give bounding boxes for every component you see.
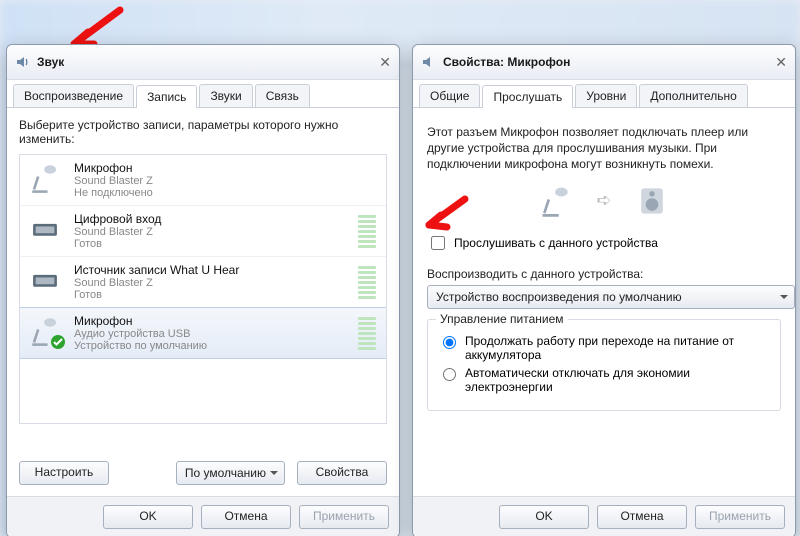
apply-button[interactable]: Применить — [695, 505, 785, 529]
device-name: Цифровой вход — [74, 212, 378, 226]
set-default-dropdown[interactable]: По умолчанию — [176, 461, 285, 485]
device-name: Источник записи What U Hear — [74, 263, 378, 277]
line-in-icon — [28, 212, 68, 248]
device-status: Готов — [74, 238, 378, 250]
properties-tabs: Общие Прослушать Уровни Дополнительно — [413, 80, 795, 108]
device-driver: Sound Blaster Z — [74, 175, 378, 187]
level-meter — [358, 265, 376, 299]
cancel-button[interactable]: Отмена — [201, 505, 291, 529]
line-in-icon — [28, 263, 68, 299]
apply-button[interactable]: Применить — [299, 505, 389, 529]
power-radio-continue[interactable] — [443, 336, 456, 349]
device-driver: Sound Blaster Z — [74, 277, 378, 289]
device-item[interactable]: Цифровой вход Sound Blaster Z Готов — [20, 206, 386, 257]
sound-dialog-titlebar[interactable]: Звук ✕ — [7, 45, 399, 80]
cancel-button[interactable]: Отмена — [597, 505, 687, 529]
properties-footer: OK Отмена Применить — [413, 496, 795, 536]
device-name: Микрофон — [74, 314, 378, 328]
ok-button[interactable]: OK — [103, 505, 193, 529]
device-name: Микрофон — [74, 161, 378, 175]
level-meter — [358, 316, 376, 350]
close-icon[interactable]: ✕ — [775, 54, 787, 71]
device-status: Устройство по умолчанию — [74, 340, 378, 352]
device-list[interactable]: Микрофон Sound Blaster Z Не подключено Ц… — [19, 154, 387, 424]
tab-record[interactable]: Запись — [136, 85, 197, 108]
ok-button[interactable]: OK — [499, 505, 589, 529]
speaker-icon — [15, 54, 31, 70]
tab-comm[interactable]: Связь — [255, 84, 310, 107]
device-flow-illustration: ➪ — [427, 183, 781, 219]
microphone-icon — [28, 161, 68, 197]
properties-title: Свойства: Микрофон — [443, 55, 570, 69]
level-meter — [358, 214, 376, 248]
default-check-icon — [50, 334, 66, 350]
power-group-title: Управление питанием — [436, 312, 568, 326]
device-button-row: Настроить По умолчанию Свойства — [7, 453, 399, 493]
listen-checkbox[interactable] — [431, 236, 445, 250]
sound-tabs: Воспроизведение Запись Звуки Связь — [7, 80, 399, 108]
power-radio-disable-label: Автоматически отключать для экономии эле… — [465, 366, 770, 394]
speaker-device-icon — [634, 183, 670, 219]
close-icon[interactable]: ✕ — [379, 54, 391, 71]
properties-button[interactable]: Свойства — [297, 461, 387, 485]
listen-checkbox-label: Прослушивать с данного устройства — [454, 236, 658, 250]
sound-dialog-title: Звук — [37, 55, 64, 69]
device-driver: Аудио устройства USB — [74, 328, 378, 340]
properties-dialog: Свойства: Микрофон ✕ Общие Прослушать Ур… — [412, 44, 796, 536]
speaker-icon — [421, 54, 437, 70]
device-driver: Sound Blaster Z — [74, 226, 378, 238]
microphone-icon — [538, 183, 574, 219]
power-radio-disable[interactable] — [443, 368, 456, 381]
listen-description: Этот разъем Микрофон позволяет подключат… — [427, 124, 781, 173]
playback-device-dropdown[interactable]: Устройство воспроизведения по умолчанию — [427, 285, 795, 309]
recording-hint: Выберите устройство записи, параметры ко… — [19, 118, 387, 146]
tab-advanced[interactable]: Дополнительно — [639, 84, 747, 107]
sound-dialog: Звук ✕ Воспроизведение Запись Звуки Связ… — [6, 44, 400, 536]
properties-titlebar[interactable]: Свойства: Микрофон ✕ — [413, 45, 795, 80]
device-status: Не подключено — [74, 187, 378, 199]
playback-through-label: Воспроизводить с данного устройства: — [427, 267, 781, 281]
power-radio-continue-label: Продолжать работу при переходе на питани… — [465, 334, 770, 362]
device-status: Готов — [74, 289, 378, 301]
device-item[interactable]: Источник записи What U Hear Sound Blaste… — [20, 257, 386, 308]
tab-sounds[interactable]: Звуки — [199, 84, 252, 107]
device-item[interactable]: Микрофон Sound Blaster Z Не подключено — [20, 155, 386, 206]
microphone-icon — [28, 314, 68, 350]
sound-dialog-footer: OK Отмена Применить — [7, 496, 399, 536]
tab-listen[interactable]: Прослушать — [482, 85, 573, 108]
device-item-selected[interactable]: Микрофон Аудио устройства USB Устройство… — [19, 307, 387, 359]
tab-general[interactable]: Общие — [419, 84, 480, 107]
listen-checkbox-row: Прослушивать с данного устройства — [427, 233, 781, 253]
tab-levels[interactable]: Уровни — [575, 84, 637, 107]
configure-button[interactable]: Настроить — [19, 461, 109, 485]
arrow-right-icon: ➪ — [596, 190, 611, 211]
tab-playback[interactable]: Воспроизведение — [13, 84, 134, 107]
power-group: Управление питанием Продолжать работу пр… — [427, 319, 781, 411]
